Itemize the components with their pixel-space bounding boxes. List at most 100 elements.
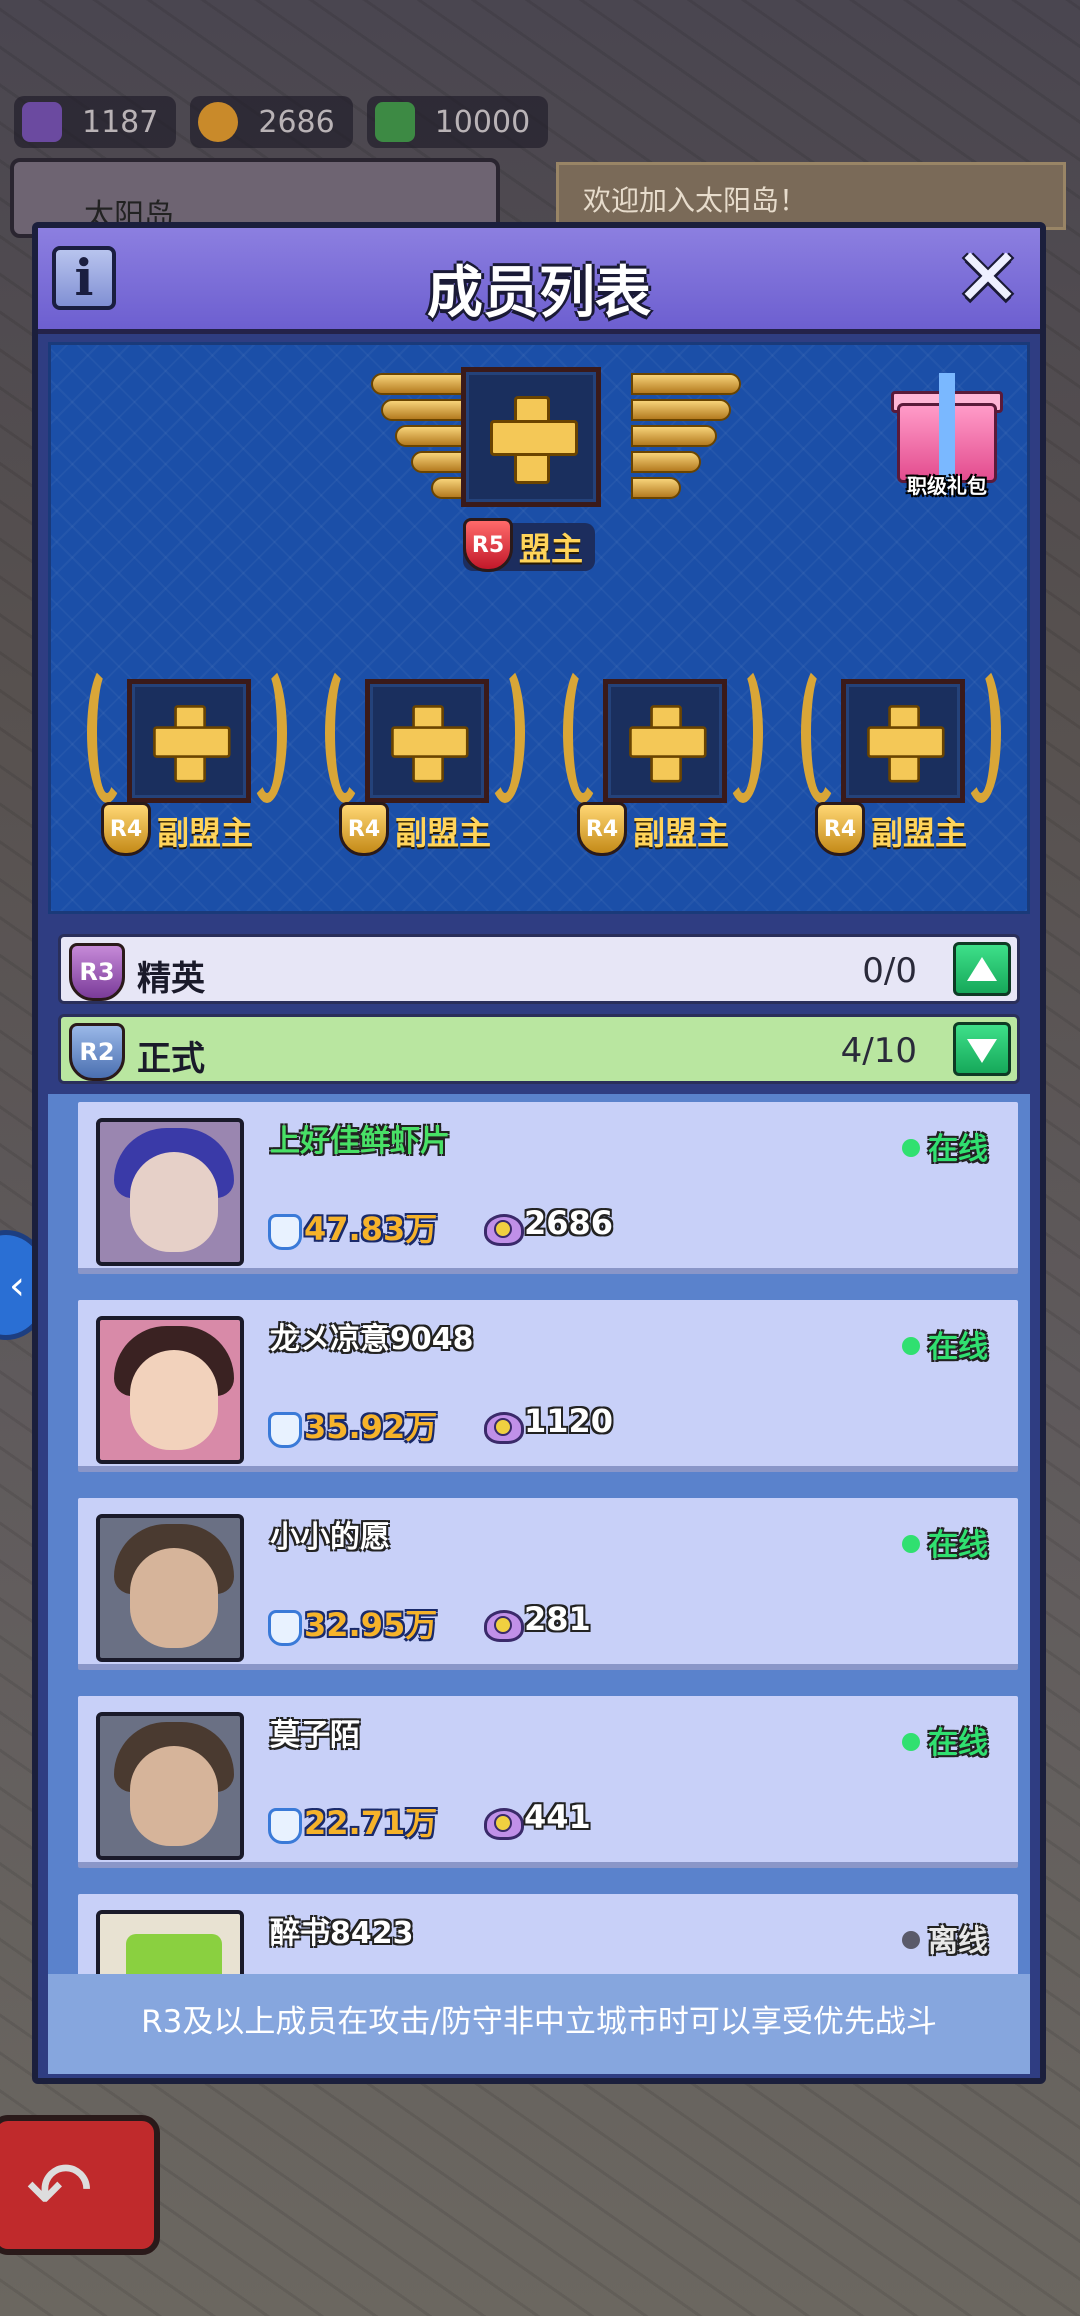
vice-label-2: 副盟主 (395, 814, 492, 852)
member-merit: 441 (524, 1798, 591, 1836)
member-card[interactable]: 小小的愿 在线 32.95万 281 (78, 1498, 1018, 1670)
status-text: 在线 (928, 1330, 988, 1365)
member-list[interactable]: 上好佳鲜虾片 在线 47.83万 2686 龙メ凉意9048 在线 35.92万… (48, 1094, 1030, 1974)
rank-r4-icon: R4 (577, 802, 627, 856)
book-icon (374, 102, 415, 142)
member-power: 32.95万 (304, 1606, 438, 1644)
status-dot-icon (902, 1732, 920, 1751)
medal-icon (198, 102, 239, 142)
dialog-title: 成员列表 (427, 261, 651, 326)
gift-label: 职级礼包 (907, 474, 987, 498)
status-dot-icon (902, 1138, 920, 1157)
leader-slot[interactable] (461, 367, 601, 507)
dialog-header: i 成员列表 ✕ (38, 228, 1040, 334)
status-text: 在线 (928, 1726, 988, 1761)
rank-gift-button[interactable]: 职级礼包 (887, 365, 1007, 498)
status-badge: 离线 (902, 1916, 988, 1960)
expand-button[interactable] (953, 1022, 1011, 1076)
member-merit: 2686 (524, 1204, 614, 1242)
status-text: 离线 (928, 1924, 988, 1959)
rank-row-r2[interactable]: R2 正式 4/10 (58, 1014, 1020, 1084)
status-dot-icon (902, 1534, 920, 1553)
member-card[interactable]: 上好佳鲜虾片 在线 47.83万 2686 (78, 1102, 1018, 1274)
gift-ribbon (939, 373, 955, 483)
vice-label-1: 副盟主 (157, 814, 254, 852)
leadership-panel: R5 盟主 职级礼包 R4 副盟主 R4 副盟主 R4 副盟主 R4 副盟主 (48, 342, 1030, 914)
rank-r4-icon: R4 (339, 802, 389, 856)
member-card[interactable]: 莫子陌 在线 22.71万 441 (78, 1696, 1018, 1868)
rank-r4-icon: R4 (101, 802, 151, 856)
member-name: 小小的愿 (270, 1520, 390, 1555)
footer-hint: R3及以上成员在攻击/防守非中立城市时可以享受优先战斗 (48, 1974, 1030, 2074)
status-badge: 在线 (902, 1124, 988, 1168)
vice-rank-badge-1: R4 副盟主 (101, 802, 265, 856)
vice-leader-slot-3[interactable] (603, 679, 727, 803)
status-text: 在线 (928, 1132, 988, 1167)
resource-bar: 1187 2686 10000 (14, 96, 549, 148)
collapse-button[interactable] (953, 942, 1011, 996)
close-icon[interactable]: ✕ (950, 238, 1026, 318)
plus-icon (466, 372, 596, 502)
fist-icon (264, 1406, 302, 1448)
eye-emblem-icon (482, 1602, 524, 1642)
member-card[interactable]: 龙メ凉意9048 在线 35.92万 1120 (78, 1300, 1018, 1472)
rank-r4-icon: R4 (815, 802, 865, 856)
member-name: 莫子陌 (270, 1718, 360, 1753)
resource-1: 1187 (14, 96, 177, 148)
eye-emblem-icon (482, 1206, 524, 1246)
vice-leader-slot-4[interactable] (841, 679, 965, 803)
rank-r3-icon: R3 (69, 943, 125, 1001)
rank-name: 正式 (137, 1039, 205, 1079)
avatar (96, 1712, 244, 1860)
rank-r2-icon: R2 (69, 1023, 125, 1081)
member-power: 47.83万 (304, 1210, 438, 1248)
fist-icon (264, 1208, 302, 1250)
rank-row-r3[interactable]: R3 精英 0/0 (58, 934, 1020, 1004)
member-merit: 281 (524, 1600, 591, 1638)
plus-icon (132, 684, 232, 784)
member-name: 醉书8423 (270, 1916, 414, 1951)
chevron-left-icon: ‹ (9, 1263, 25, 1309)
vice-leader-slot-1[interactable] (127, 679, 251, 803)
member-power: 22.71万 (304, 1804, 438, 1842)
plus-icon (846, 684, 946, 784)
status-badge: 在线 (902, 1718, 988, 1762)
vice-leader-slot-2[interactable] (365, 679, 489, 803)
avatar (96, 1514, 244, 1662)
resource-3-value: 10000 (434, 104, 531, 140)
vice-label-3: 副盟主 (633, 814, 730, 852)
status-dot-icon (902, 1930, 920, 1949)
resource-2: 2686 (190, 96, 353, 148)
eye-emblem-icon (482, 1404, 524, 1444)
plus-icon (608, 684, 708, 784)
welcome-banner: 欢迎加入太阳岛！ (556, 162, 1066, 230)
member-power: 35.92万 (304, 1408, 438, 1446)
member-name: 上好佳鲜虾片 (270, 1124, 450, 1159)
member-name: 龙メ凉意9048 (270, 1322, 474, 1357)
eye-emblem-icon (482, 1800, 524, 1840)
rank-name: 精英 (137, 959, 205, 999)
status-text: 在线 (928, 1528, 988, 1563)
avatar (96, 1316, 244, 1464)
avatar (96, 1910, 244, 1974)
rank-count: 0/0 (862, 951, 917, 991)
wing-right-icon (631, 363, 751, 513)
status-dot-icon (902, 1336, 920, 1355)
member-merit: 1120 (524, 1402, 614, 1440)
fist-icon (264, 1604, 302, 1646)
resource-1-value: 1187 (82, 104, 159, 140)
leader-rank-badge: R5 盟主 (463, 518, 596, 572)
rank-r5-icon: R5 (463, 518, 513, 572)
vice-rank-badge-4: R4 副盟主 (815, 802, 979, 856)
scroll-icon (22, 102, 62, 142)
fist-icon (264, 1802, 302, 1844)
member-list-dialog: i 成员列表 ✕ R5 盟主 职级礼包 R4 副盟主 R4 副盟主 R4 副盟主… (32, 222, 1046, 2084)
back-button[interactable]: ↶ (0, 2115, 160, 2255)
resource-2-value: 2686 (258, 104, 335, 140)
status-badge: 在线 (902, 1322, 988, 1366)
vice-rank-badge-2: R4 副盟主 (339, 802, 503, 856)
member-card[interactable]: 醉书8423 离线 (78, 1894, 1018, 1974)
vice-rank-badge-3: R4 副盟主 (577, 802, 741, 856)
avatar (96, 1118, 244, 1266)
arrow-up-icon (967, 957, 997, 981)
